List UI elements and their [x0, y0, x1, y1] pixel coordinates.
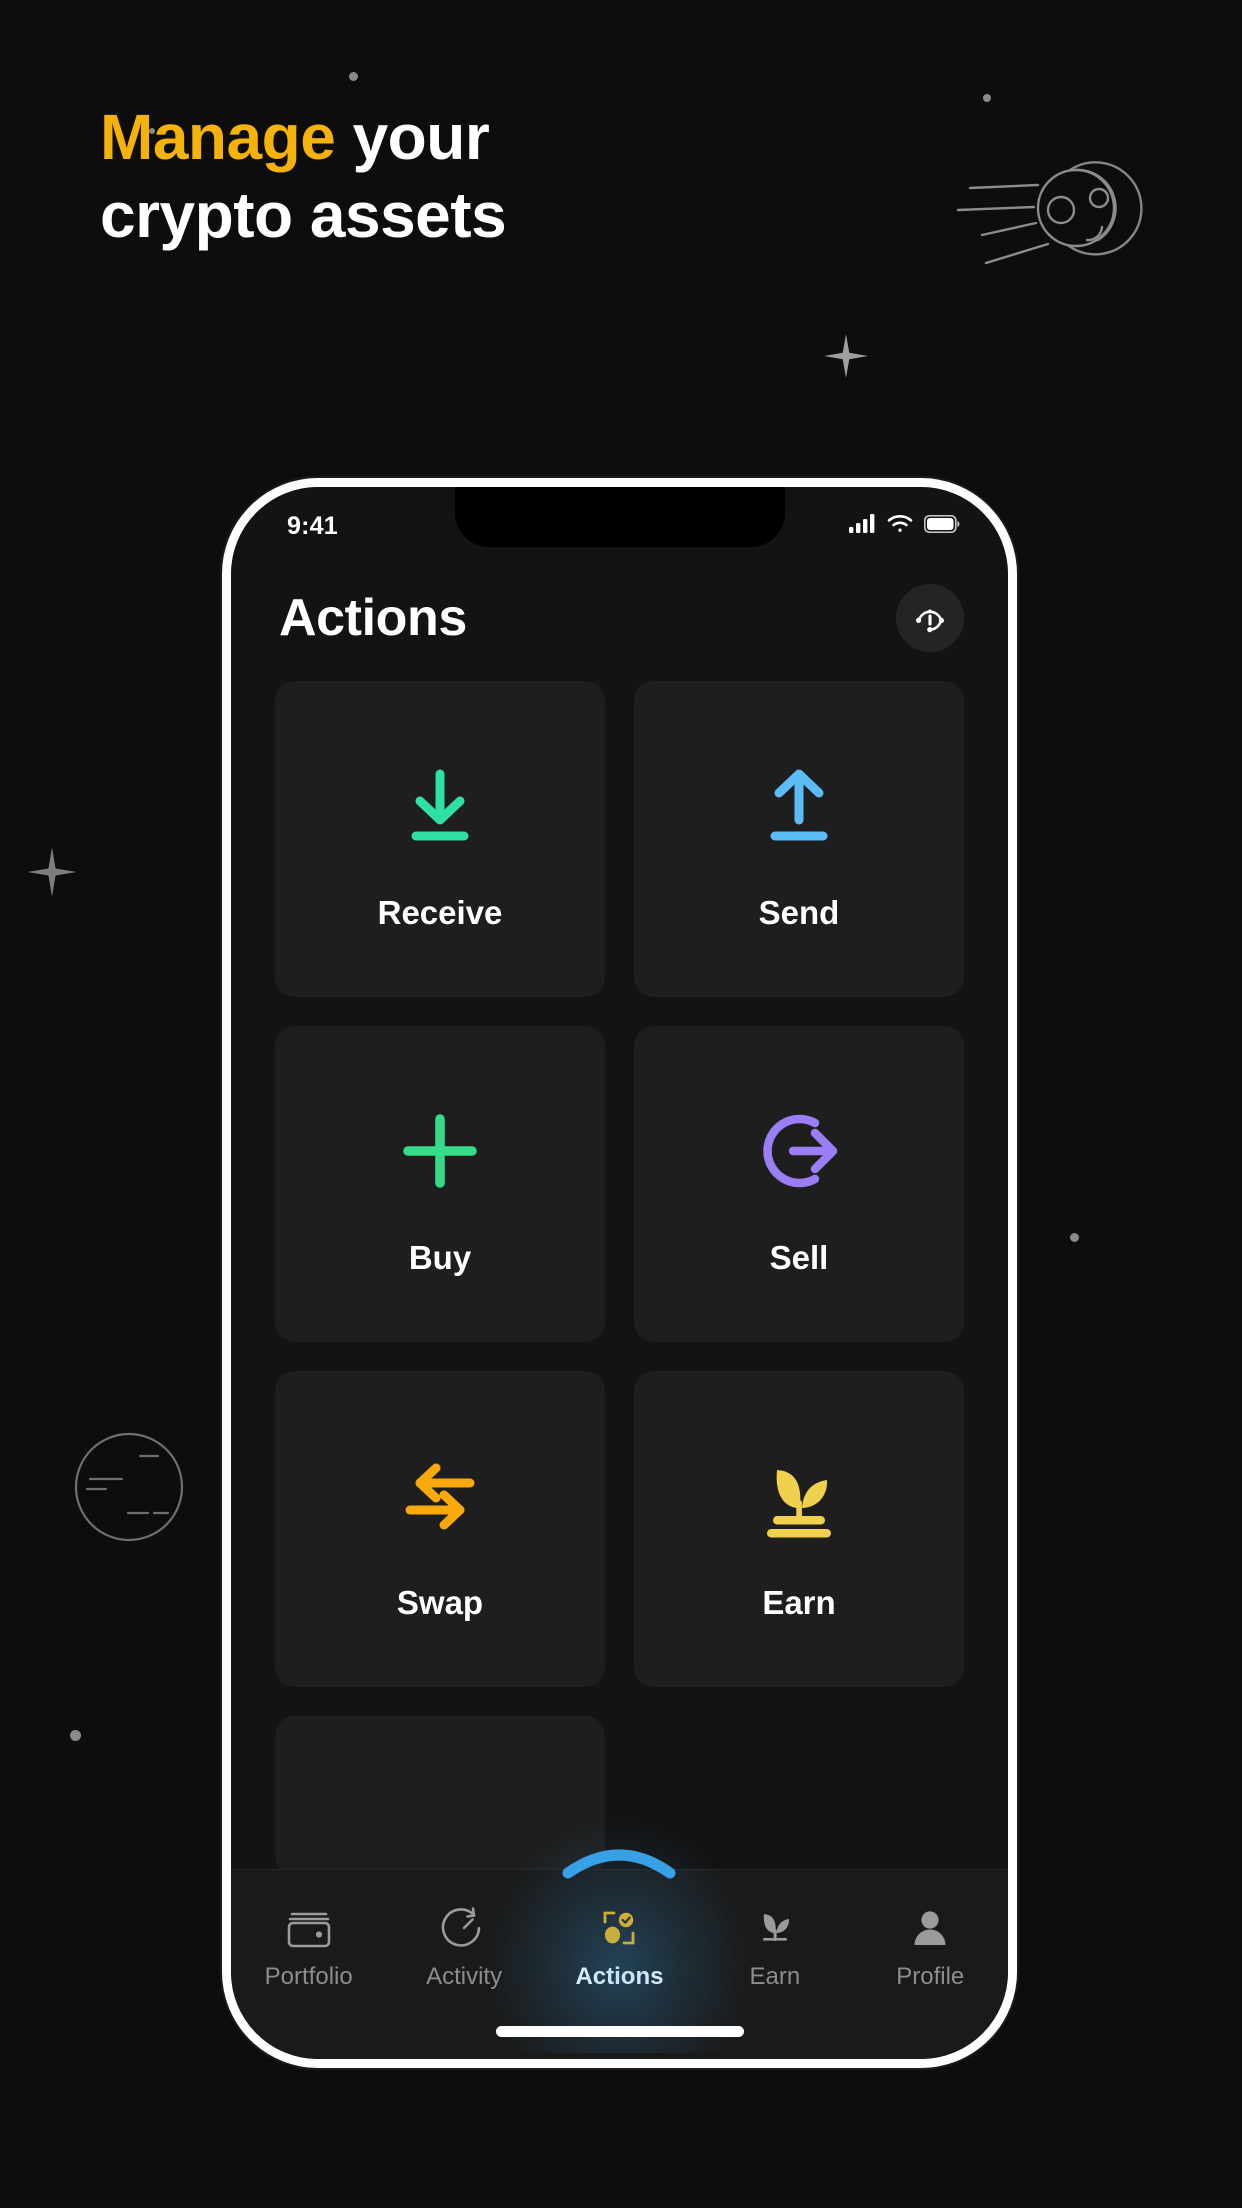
- sparkle-star: [24, 844, 80, 900]
- action-card-sell[interactable]: Sell: [634, 1026, 964, 1342]
- action-card-send[interactable]: Send: [634, 681, 964, 997]
- action-card-partial[interactable]: [275, 1716, 605, 1876]
- sprout-plant-icon: [753, 1436, 845, 1556]
- action-card-label: Sell: [769, 1239, 829, 1276]
- tab-earn[interactable]: Earn: [700, 1895, 850, 1991]
- sparkle-star: [820, 330, 872, 382]
- tab-profile[interactable]: Profile: [855, 1895, 1005, 1991]
- action-card-label: Swap: [396, 1584, 484, 1621]
- plus-icon: [394, 1091, 486, 1211]
- speedometer-icon: [440, 1895, 488, 1951]
- battery-icon: [923, 514, 960, 538]
- tab-label: Profile: [896, 1963, 965, 1990]
- action-card-buy[interactable]: Buy: [275, 1026, 605, 1342]
- tab-label: Actions: [575, 1963, 664, 1990]
- action-card-label: Earn: [762, 1584, 836, 1621]
- circle-arrow-out-right-icon: [753, 1091, 845, 1211]
- headline-line-1: Manage your: [100, 98, 506, 176]
- headline-accent-word: Manage: [100, 101, 336, 173]
- star-dot: [349, 72, 358, 81]
- support-headset-info-icon[interactable]: [896, 584, 964, 652]
- status-time: 9:41: [287, 511, 338, 540]
- action-card-label: Receive: [377, 894, 503, 931]
- status-icons: [849, 514, 960, 538]
- person-icon: [906, 1895, 954, 1951]
- star-dot: [1070, 1233, 1079, 1242]
- action-card-label: Buy: [408, 1239, 472, 1276]
- tab-label: Earn: [749, 1963, 801, 1990]
- arrow-up-from-line-icon: [753, 746, 845, 866]
- action-card-label: Send: [758, 894, 840, 931]
- action-card-receive[interactable]: Receive: [275, 681, 605, 997]
- plant-icon: [751, 1895, 799, 1951]
- star-dot: [983, 94, 991, 102]
- actions-frame-icon: [595, 1895, 643, 1951]
- headline-line-2: crypto assets: [100, 179, 507, 252]
- app-header: Actions: [231, 565, 1008, 671]
- status-bar: 9:41: [231, 487, 1008, 551]
- action-card-earn[interactable]: Earn: [634, 1371, 964, 1687]
- planet-icon: [70, 1428, 188, 1551]
- swap-arrows-icon: [394, 1436, 486, 1556]
- promo-headline: Manage your crypto assets: [100, 98, 507, 254]
- tab-label: Activity: [426, 1963, 503, 1990]
- promo-screenshot: Manage your crypto assets 9:41 Actions R…: [0, 0, 1242, 2208]
- tab-actions[interactable]: Actions: [489, 1823, 750, 2053]
- wifi-icon: [887, 514, 913, 538]
- cellular-signal-icon: [849, 514, 876, 538]
- action-card-swap[interactable]: Swap: [275, 1371, 605, 1687]
- tab-label: Portfolio: [264, 1963, 353, 1990]
- tab-activity[interactable]: Activity: [389, 1895, 539, 1991]
- phone-mockup: 9:41 Actions Receive Send Buy Sell Swap …: [222, 478, 1017, 2068]
- phone-screen: 9:41 Actions Receive Send Buy Sell Swap …: [231, 487, 1008, 2059]
- page-title: Actions: [279, 589, 467, 647]
- comet-icon: [948, 152, 1148, 282]
- tab-portfolio[interactable]: Portfolio: [234, 1895, 384, 1991]
- star-dot: [70, 1730, 81, 1741]
- arrow-down-to-line-icon: [394, 746, 486, 866]
- headline-rest-word: your: [352, 101, 490, 173]
- actions-grid: Receive Send Buy Sell Swap Earn: [275, 681, 964, 1876]
- home-indicator: [495, 2026, 744, 2037]
- wallet-icon: [285, 1895, 333, 1951]
